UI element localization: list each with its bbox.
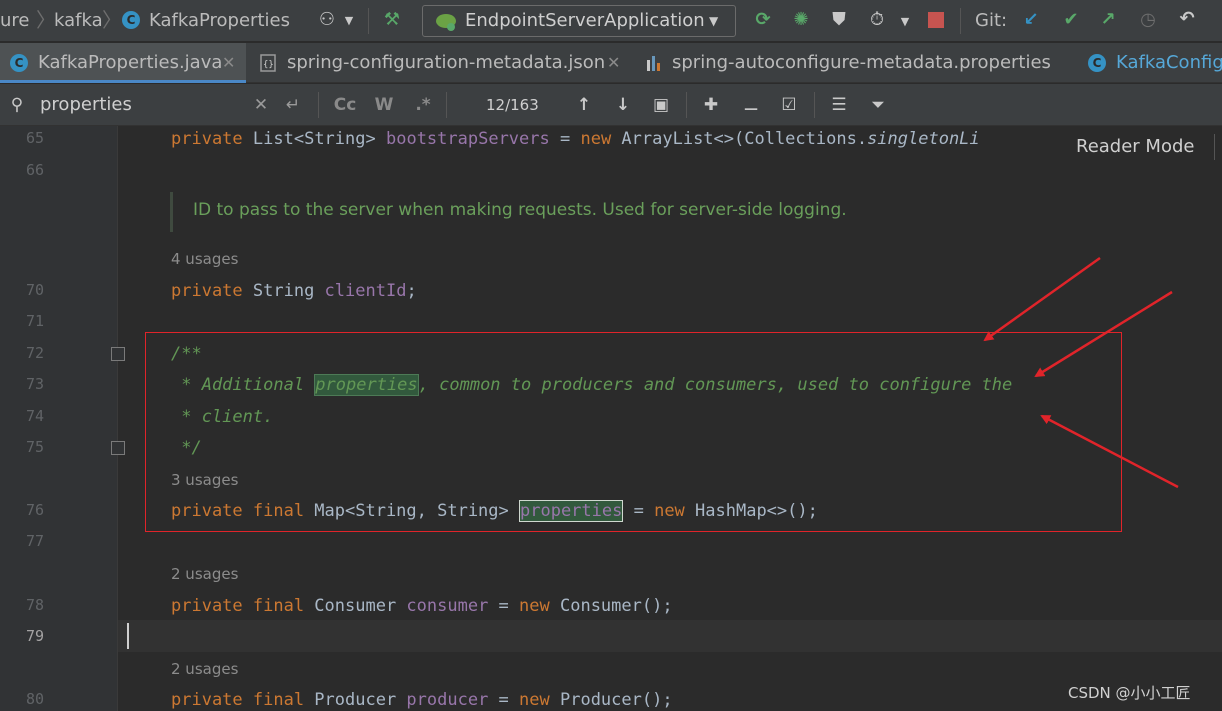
annotation-arrow <box>983 256 1101 342</box>
tab-label: KafkaProperties.java <box>38 52 223 73</box>
tab-spring-configuration-metadata-json[interactable]: {} spring-configuration-metadata.json ✕ <box>246 43 632 83</box>
undo-icon[interactable]: ↶ <box>1176 9 1198 29</box>
debug-bug-icon[interactable]: ✺ <box>790 10 812 30</box>
profiler-icon[interactable]: ⏱ <box>866 10 888 30</box>
find-bar: ⚲ ✕ ↵ Cc W .* 12/163 ↑ ↓ ▣ ✚ ⚊ ☑ ☰ ⏷ <box>0 84 1222 126</box>
find-separator <box>686 92 687 118</box>
annotation-arrow <box>1040 414 1179 489</box>
search-history-icon[interactable]: ↵ <box>282 94 304 116</box>
tab-label: KafkaConfig. <box>1116 52 1222 73</box>
select-all-checkbox-icon[interactable]: ☑ <box>776 94 802 116</box>
stop-icon[interactable] <box>928 12 944 28</box>
breadcrumb-item-kafka[interactable]: kafka <box>54 0 103 42</box>
git-label: Git: <box>975 10 1008 31</box>
json-file-icon: {} <box>260 54 276 72</box>
code-editor[interactable]: 65 66 70 71 72 73 74 75 76 77 78 79 80 R… <box>0 126 1222 711</box>
select-all-occurrences-icon[interactable]: ▣ <box>649 94 673 116</box>
spring-boot-icon <box>436 14 456 31</box>
regex-toggle[interactable]: .* <box>410 94 436 116</box>
match-count: 12/163 <box>486 96 539 114</box>
add-occurrence-icon[interactable]: ✚ <box>698 94 724 116</box>
match-case-toggle[interactable]: Cc <box>332 94 358 116</box>
java-class-icon: C <box>10 54 28 72</box>
build-hammer-icon[interactable]: ⚒ <box>381 10 403 30</box>
search-icon[interactable]: ⚲ <box>5 94 29 116</box>
annotation-arrow <box>1034 290 1173 378</box>
tab-label: spring-configuration-metadata.json <box>287 52 606 73</box>
rerun-icon[interactable]: ⟳ <box>752 10 774 30</box>
close-icon[interactable]: ✕ <box>222 43 235 83</box>
whole-words-toggle[interactable]: W <box>372 94 396 116</box>
annotation-arrows <box>983 256 1179 489</box>
editor-tab-bar: C KafkaProperties.java ✕ {} spring-confi… <box>0 43 1222 83</box>
filter-lines-icon[interactable]: ☰ <box>827 94 851 116</box>
next-occurrence-arrow-icon[interactable]: ↓ <box>611 94 635 116</box>
breadcrumb-separator-icon: 〉 <box>36 8 56 32</box>
watermark: CSDN @小小工匠 <box>1068 684 1191 702</box>
clear-search-icon[interactable]: ✕ <box>252 94 270 116</box>
tab-label: spring-autoconfigure-metadata.properties <box>672 52 1051 73</box>
breadcrumb-separator-icon: 〉 <box>102 8 122 32</box>
coverage-icon[interactable]: ⛊ <box>828 10 850 30</box>
previous-occurrence-arrow-icon[interactable]: ↑ <box>572 94 596 116</box>
tab-kafka-config[interactable]: C KafkaConfig. <box>1076 43 1222 83</box>
find-separator <box>318 92 319 118</box>
toolbar-separator <box>368 8 369 34</box>
breadcrumb-item-class[interactable]: KafkaProperties <box>149 0 290 42</box>
close-icon[interactable]: ✕ <box>607 43 620 83</box>
java-class-icon: C <box>1088 54 1106 72</box>
java-class-icon: C <box>122 11 140 29</box>
search-input[interactable] <box>40 88 240 120</box>
user-icon[interactable]: ⚇ <box>316 10 338 30</box>
git-update-arrow-icon[interactable]: ↙ <box>1020 10 1042 30</box>
svg-text:{}: {} <box>263 60 274 70</box>
tab-kafka-properties-java[interactable]: C KafkaProperties.java ✕ <box>0 43 246 83</box>
find-separator <box>446 92 447 118</box>
git-commit-check-icon[interactable]: ✔ <box>1060 10 1082 30</box>
chevron-down-icon[interactable]: ▼ <box>338 11 360 31</box>
chevron-down-icon[interactable]: ▼ <box>894 12 916 32</box>
properties-file-icon <box>647 56 660 71</box>
find-separator <box>814 92 815 118</box>
history-clock-icon[interactable]: ◷ <box>1137 10 1159 30</box>
chevron-down-icon: ▼ <box>709 14 719 28</box>
run-configuration-label: EndpointServerApplication <box>465 10 705 31</box>
git-push-arrow-icon[interactable]: ↗ <box>1097 10 1119 30</box>
breadcrumb-item-parent[interactable]: ure <box>0 0 30 42</box>
toolbar-separator <box>960 8 961 34</box>
run-configuration-selector[interactable]: EndpointServerApplication ▼ <box>422 5 736 37</box>
tab-spring-autoconfigure-metadata-properties[interactable]: spring-autoconfigure-metadata.properties <box>632 43 1076 83</box>
remove-occurrence-icon[interactable]: ⚊ <box>738 94 764 116</box>
filter-funnel-icon[interactable]: ⏷ <box>866 94 890 116</box>
navigation-bar: ure 〉 kafka 〉 C KafkaProperties ⚇ ▼ ⚒ En… <box>0 0 1222 42</box>
